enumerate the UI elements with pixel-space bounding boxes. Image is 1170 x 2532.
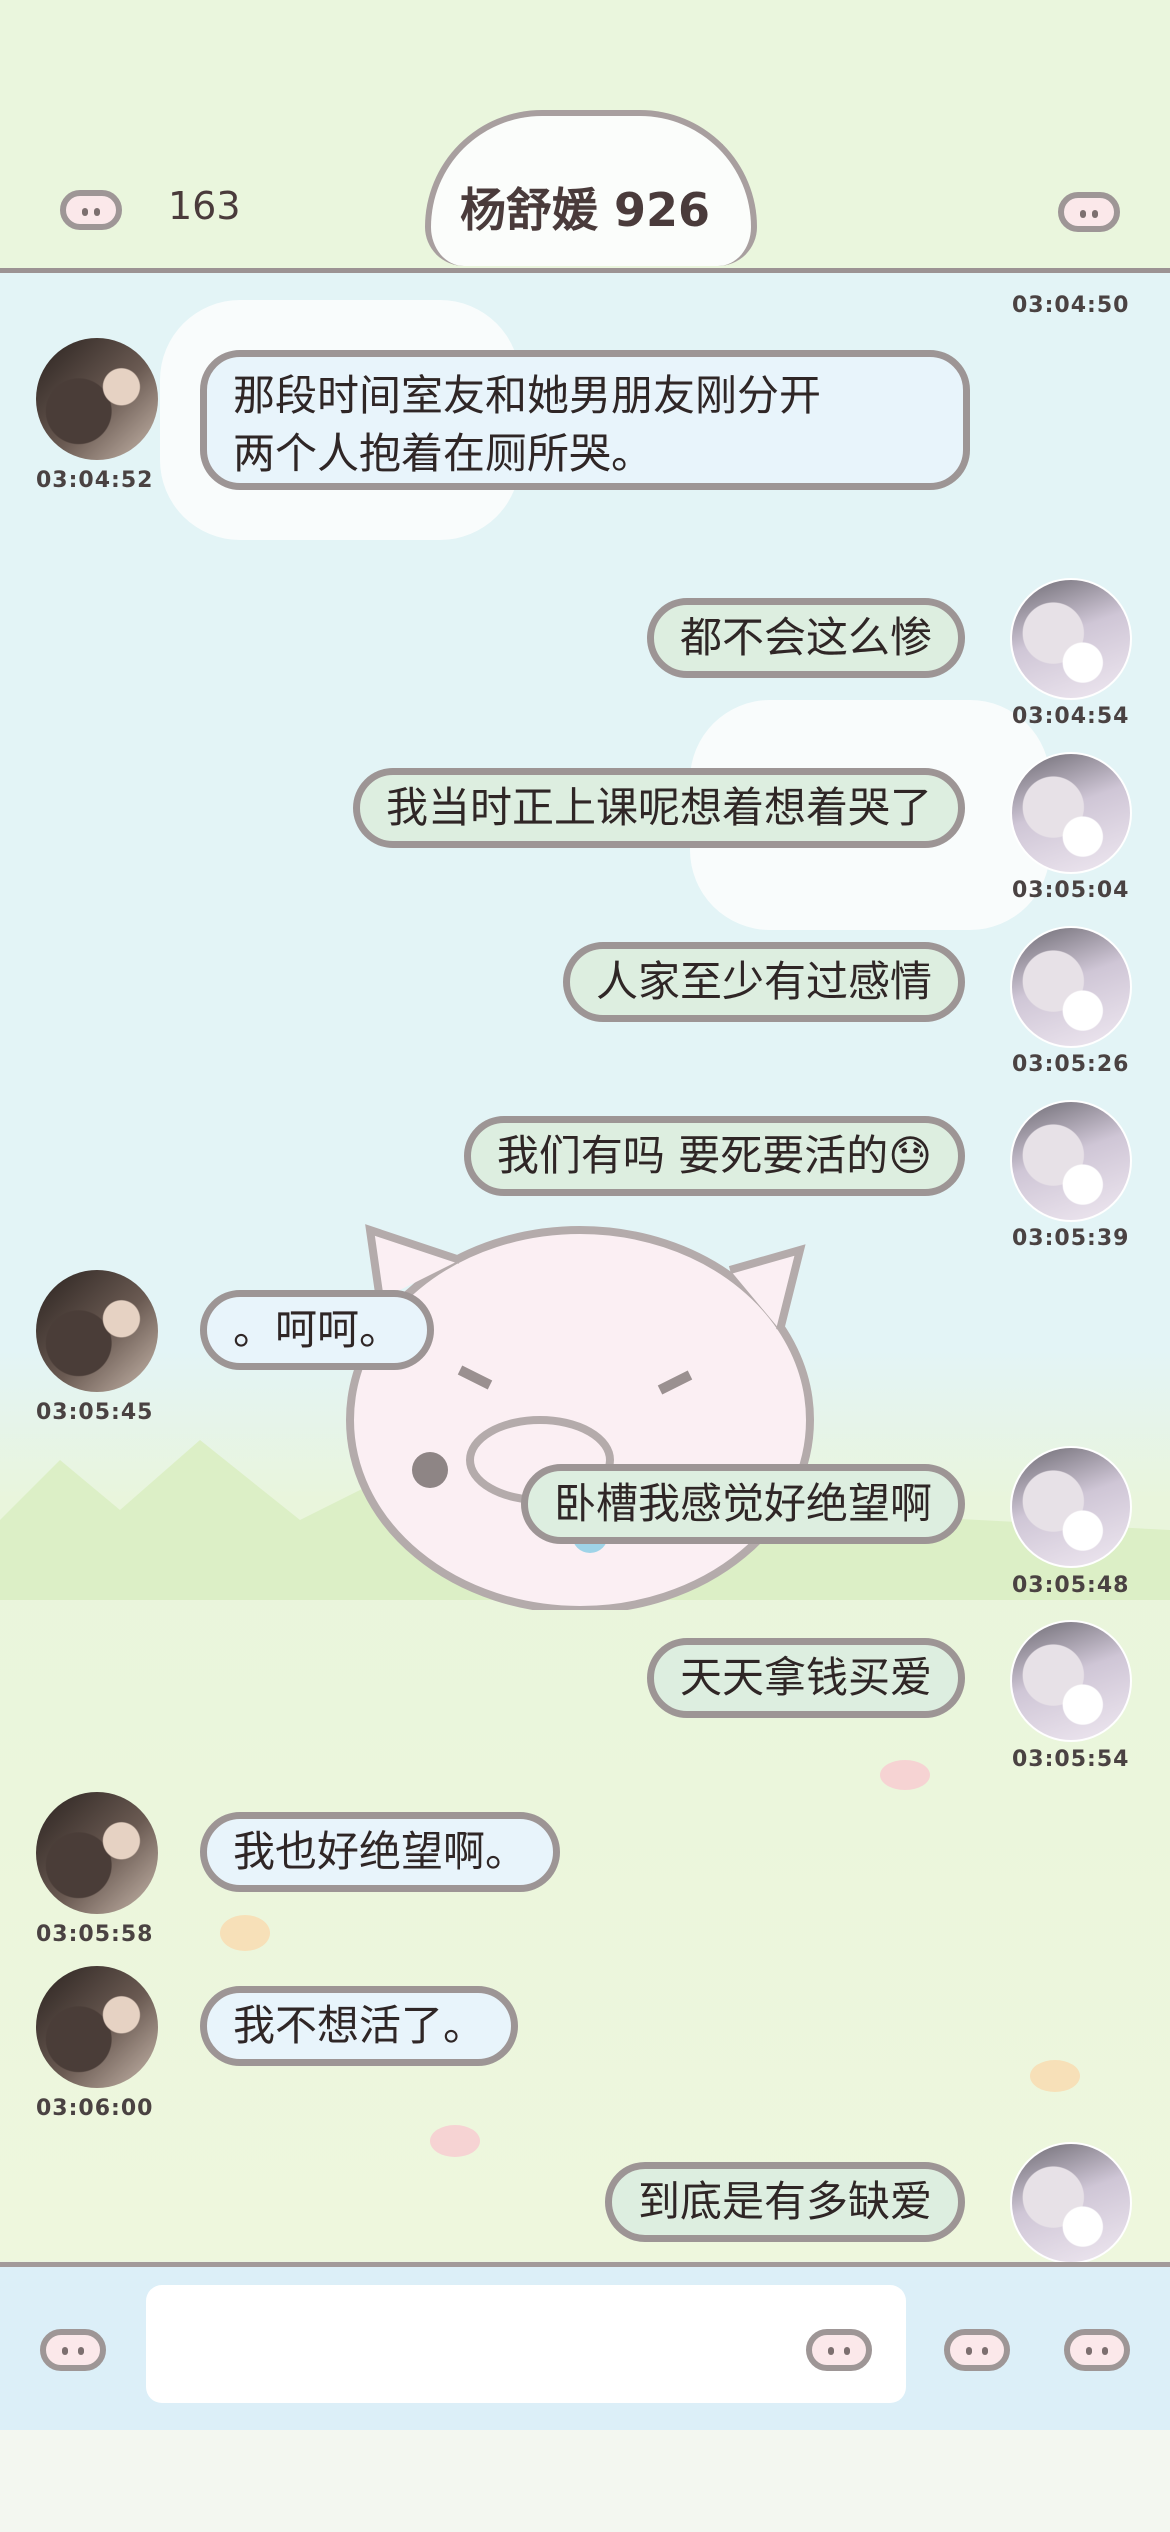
message-time: 03:04:52: [36, 468, 154, 493]
message-bubble[interactable]: 天天拿钱买爱: [646, 1638, 965, 1718]
message-text: 那段时间室友和她男朋友刚分开: [233, 371, 822, 420]
message-input[interactable]: [146, 2285, 906, 2403]
menu-button[interactable]: [1058, 192, 1120, 232]
message-time: 03:05:26: [1012, 1052, 1130, 1077]
message-time: 03:04:54: [1012, 704, 1130, 729]
message-time: 03:05:58: [36, 1922, 154, 1947]
message-bubble[interactable]: 我不想活了。: [200, 1986, 519, 2066]
contact-avatar[interactable]: [36, 338, 158, 460]
message-bubble[interactable]: 人家至少有过感情: [562, 942, 965, 1022]
message-time: 03:05:45: [36, 1400, 154, 1425]
message-bubble[interactable]: 那段时间室友和她男朋友刚分开 两个人抱着在厕所哭。: [200, 350, 970, 490]
message-time: 03:05:39: [1012, 1226, 1130, 1251]
contact-avatar[interactable]: [36, 1792, 158, 1914]
self-avatar[interactable]: [1010, 578, 1132, 700]
self-avatar[interactable]: [1010, 926, 1132, 1048]
message-time: 03:05:54: [1012, 1747, 1130, 1772]
self-avatar[interactable]: [1010, 752, 1132, 874]
message-bubble[interactable]: 。呵呵。: [200, 1290, 435, 1370]
self-avatar[interactable]: [1010, 1100, 1132, 1222]
contact-avatar[interactable]: [36, 1966, 158, 2088]
message-bubble[interactable]: 卧槽我感觉好绝望啊: [520, 1464, 965, 1544]
home-indicator-area: [0, 2430, 1170, 2532]
emoji-button[interactable]: [806, 2329, 872, 2371]
message-time: 03:05:04: [1012, 878, 1130, 903]
message-bubble[interactable]: 我也好绝望啊。: [200, 1812, 561, 1892]
pig-illustration: [346, 1224, 814, 1610]
message-text: 两个人抱着在厕所哭。: [233, 429, 654, 478]
voice-button[interactable]: [40, 2329, 106, 2371]
self-avatar[interactable]: [1010, 1446, 1132, 1568]
message-time: 03:05:48: [1012, 1573, 1130, 1598]
message-time: 03:06:00: [36, 2096, 154, 2121]
more-button[interactable]: [1064, 2329, 1130, 2371]
message-bubble[interactable]: 我当时正上课呢想着想着哭了: [352, 768, 965, 848]
chat-title: 杨舒媛 926: [459, 183, 711, 237]
self-avatar[interactable]: [1010, 1620, 1132, 1742]
message-bubble[interactable]: 到底是有多缺爱: [604, 2162, 965, 2242]
contact-avatar[interactable]: [36, 1270, 158, 1392]
chat-header: 163 杨舒媛 926: [0, 0, 1170, 273]
message-bubble[interactable]: 我们有吗 要死要活的😓: [463, 1116, 965, 1196]
sticker-button[interactable]: [944, 2329, 1010, 2371]
message-time: 03:04:50: [1012, 293, 1130, 318]
self-avatar[interactable]: [1010, 2142, 1132, 2264]
message-bubble[interactable]: 都不会这么惨: [646, 598, 965, 678]
